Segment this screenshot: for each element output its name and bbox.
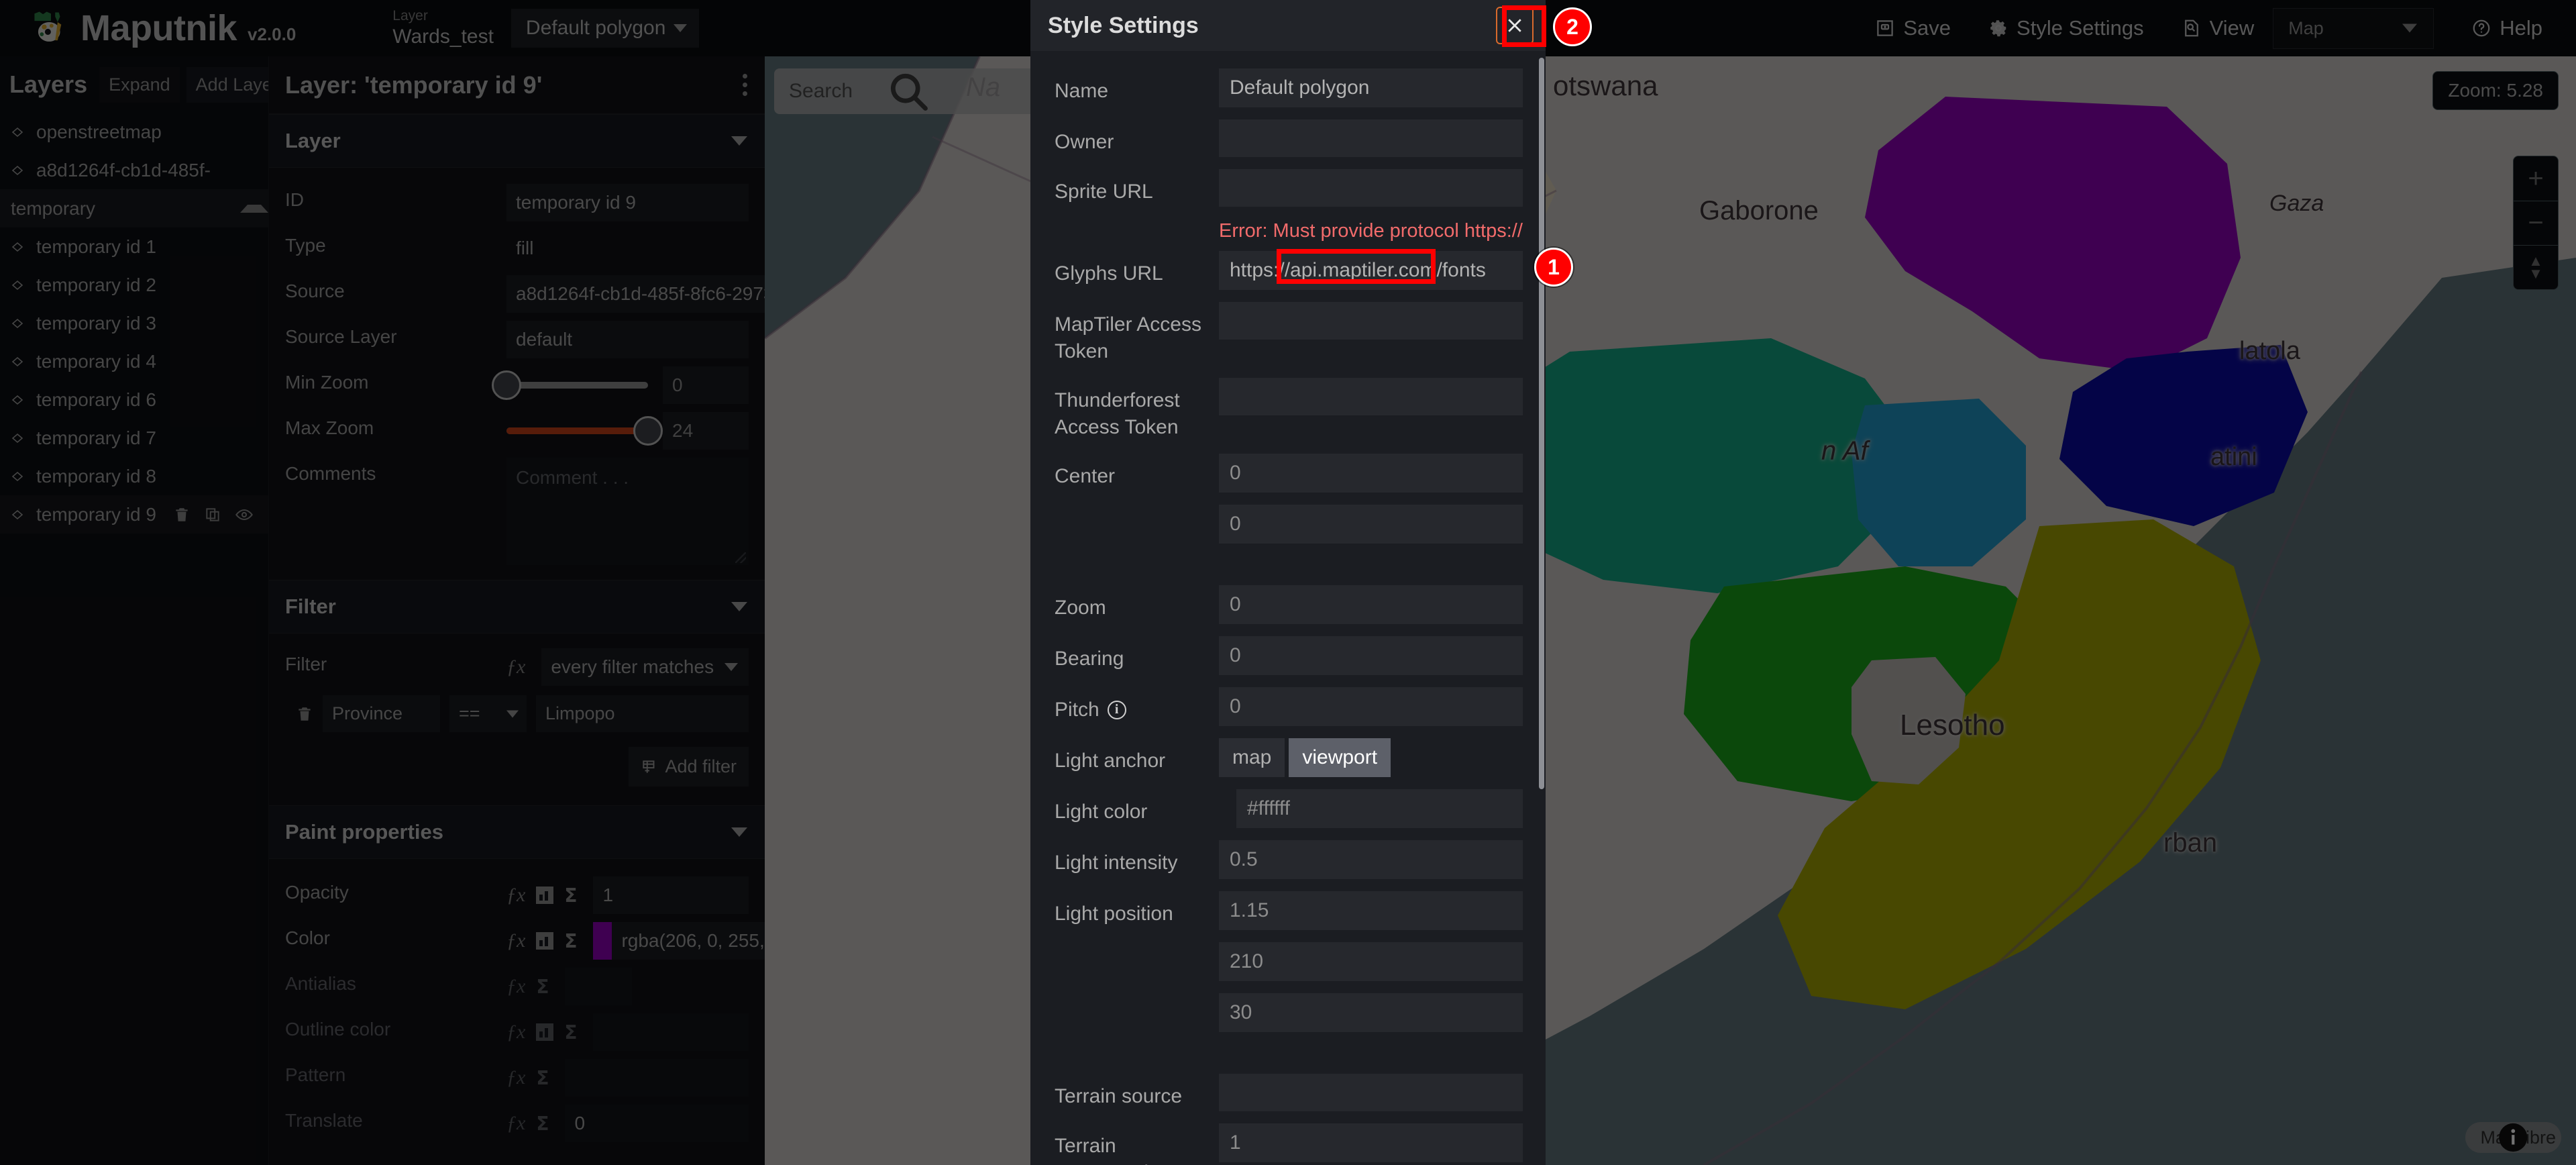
modal-label-terrain-source: Terrain source (1055, 1084, 1183, 1107)
modal-label-maptiler-token: MapTiler Access Token (1055, 313, 1201, 363)
style-owner-input[interactable] (1219, 119, 1523, 157)
modal-row-name: Name Default polygon (1030, 68, 1546, 107)
modal-row-light-color: Light color #ffffff (1030, 789, 1546, 828)
glyphs-url-input[interactable]: https://api.maptiler.com/fonts (1219, 250, 1523, 290)
pitch-input[interactable]: 0 (1219, 687, 1523, 726)
light-intensity-input[interactable]: 0.5 (1219, 840, 1523, 879)
glyphs-url-error: Error: Must provide protocol https:// (1219, 220, 1523, 242)
center-latitude-input[interactable]: 0 (1219, 504, 1523, 544)
modal-label-light-position-azimuth (1055, 942, 1219, 952)
style-settings-modal-body: Name Default polygon Owner Sprite URL Er… (1030, 51, 1546, 1165)
modal-row-light-position-1: Light position 1.15 (1030, 891, 1546, 930)
modal-label-pitch: Pitch i (1055, 687, 1219, 724)
modal-row-terrain-source: Terrain source (1030, 1073, 1546, 1111)
modal-label-zoom: Zoom (1055, 596, 1106, 619)
style-settings-modal-title: Style Settings (1048, 12, 1199, 38)
modal-row-light-intensity: Light intensity 0.5 (1030, 840, 1546, 879)
modal-row-thunderforest-token: Thunderforest Access Token (1030, 377, 1546, 442)
terrain-source-input[interactable] (1219, 1073, 1523, 1111)
light-position-radial-input[interactable]: 1.15 (1219, 891, 1523, 930)
maptiler-access-token-input[interactable] (1219, 301, 1523, 340)
maputnik-app: Maputnik v2.0.0 Layer Wards_test Default… (0, 0, 2576, 1165)
modal-row-light-position-3: 30 (1030, 993, 1546, 1032)
modal-row-light-position-2: 210 (1030, 942, 1546, 981)
close-icon (1508, 19, 1521, 32)
style-settings-close-button[interactable] (1496, 7, 1534, 44)
modal-label-bearing: Bearing (1055, 647, 1124, 670)
style-settings-modal-header: Style Settings (1030, 0, 1546, 51)
modal-row-center-lat: 0 (1030, 504, 1546, 544)
style-name-input[interactable]: Default polygon (1219, 68, 1523, 107)
modal-label-pitch-text: Pitch (1055, 698, 1099, 721)
zoom-input[interactable]: 0 (1219, 585, 1523, 624)
modal-label-name: Name (1055, 80, 1109, 102)
modal-label-terrain-exaggeration: Terrain exaggeration (1055, 1134, 1171, 1165)
light-anchor-option-map[interactable]: map (1219, 738, 1285, 777)
light-anchor-option-viewport[interactable]: viewport (1289, 738, 1391, 777)
modal-row-maptiler-token: MapTiler Access Token (1030, 301, 1546, 366)
modal-row-owner: Owner (1030, 119, 1546, 157)
light-anchor-toggle-group: map viewport (1219, 738, 1523, 777)
modal-row-light-anchor: Light anchor map viewport (1030, 738, 1546, 777)
light-position-azimuthal-input[interactable]: 210 (1219, 942, 1523, 981)
light-position-polar-input[interactable]: 30 (1219, 993, 1523, 1032)
modal-label-light-position: Light position (1055, 902, 1173, 925)
thunderforest-access-token-input[interactable] (1219, 377, 1523, 415)
modal-label-light-position-polar (1055, 993, 1219, 1003)
modal-label-center: Center (1055, 464, 1116, 487)
modal-label-light-anchor: Light anchor (1055, 749, 1166, 772)
modal-label-thunderforest-token: Thunderforest Access Token (1055, 389, 1180, 439)
modal-row-zoom: Zoom 0 (1030, 585, 1546, 624)
modal-row-pitch: Pitch i 0 (1030, 687, 1546, 726)
light-color-input[interactable]: #ffffff (1236, 789, 1523, 828)
modal-row-bearing: Bearing 0 (1030, 636, 1546, 675)
modal-row-terrain-exaggeration: Terrain exaggeration 1 (1030, 1123, 1546, 1165)
modal-label-center-second (1055, 505, 1219, 514)
modal-row-sprite-url: Sprite URL (1030, 169, 1546, 207)
annotation-pin-2: 2 (1553, 7, 1592, 46)
center-longitude-input[interactable]: 0 (1219, 453, 1523, 493)
modal-label-glyphs-url: Glyphs URL (1055, 262, 1163, 285)
modal-row-glyphs-url: Glyphs URL https://api.maptiler.com/font… (1030, 250, 1546, 290)
sprite-url-input[interactable] (1219, 169, 1523, 207)
info-icon[interactable]: i (1107, 700, 1126, 719)
modal-label-sprite-url: Sprite URL (1055, 181, 1153, 203)
modal-label-light-color: Light color (1055, 800, 1148, 823)
modal-label-light-intensity: Light intensity (1055, 851, 1178, 874)
modal-label-owner: Owner (1055, 131, 1114, 153)
annotation-pin-1: 1 (1534, 248, 1573, 287)
modal-row-center-lng: Center 0 (1030, 453, 1546, 493)
style-settings-modal: Style Settings Name Default polygon Owne… (1030, 0, 1546, 1165)
bearing-input[interactable]: 0 (1219, 636, 1523, 675)
modal-scrollbar[interactable] (1539, 58, 1544, 789)
terrain-exaggeration-input[interactable]: 1 (1219, 1123, 1523, 1162)
